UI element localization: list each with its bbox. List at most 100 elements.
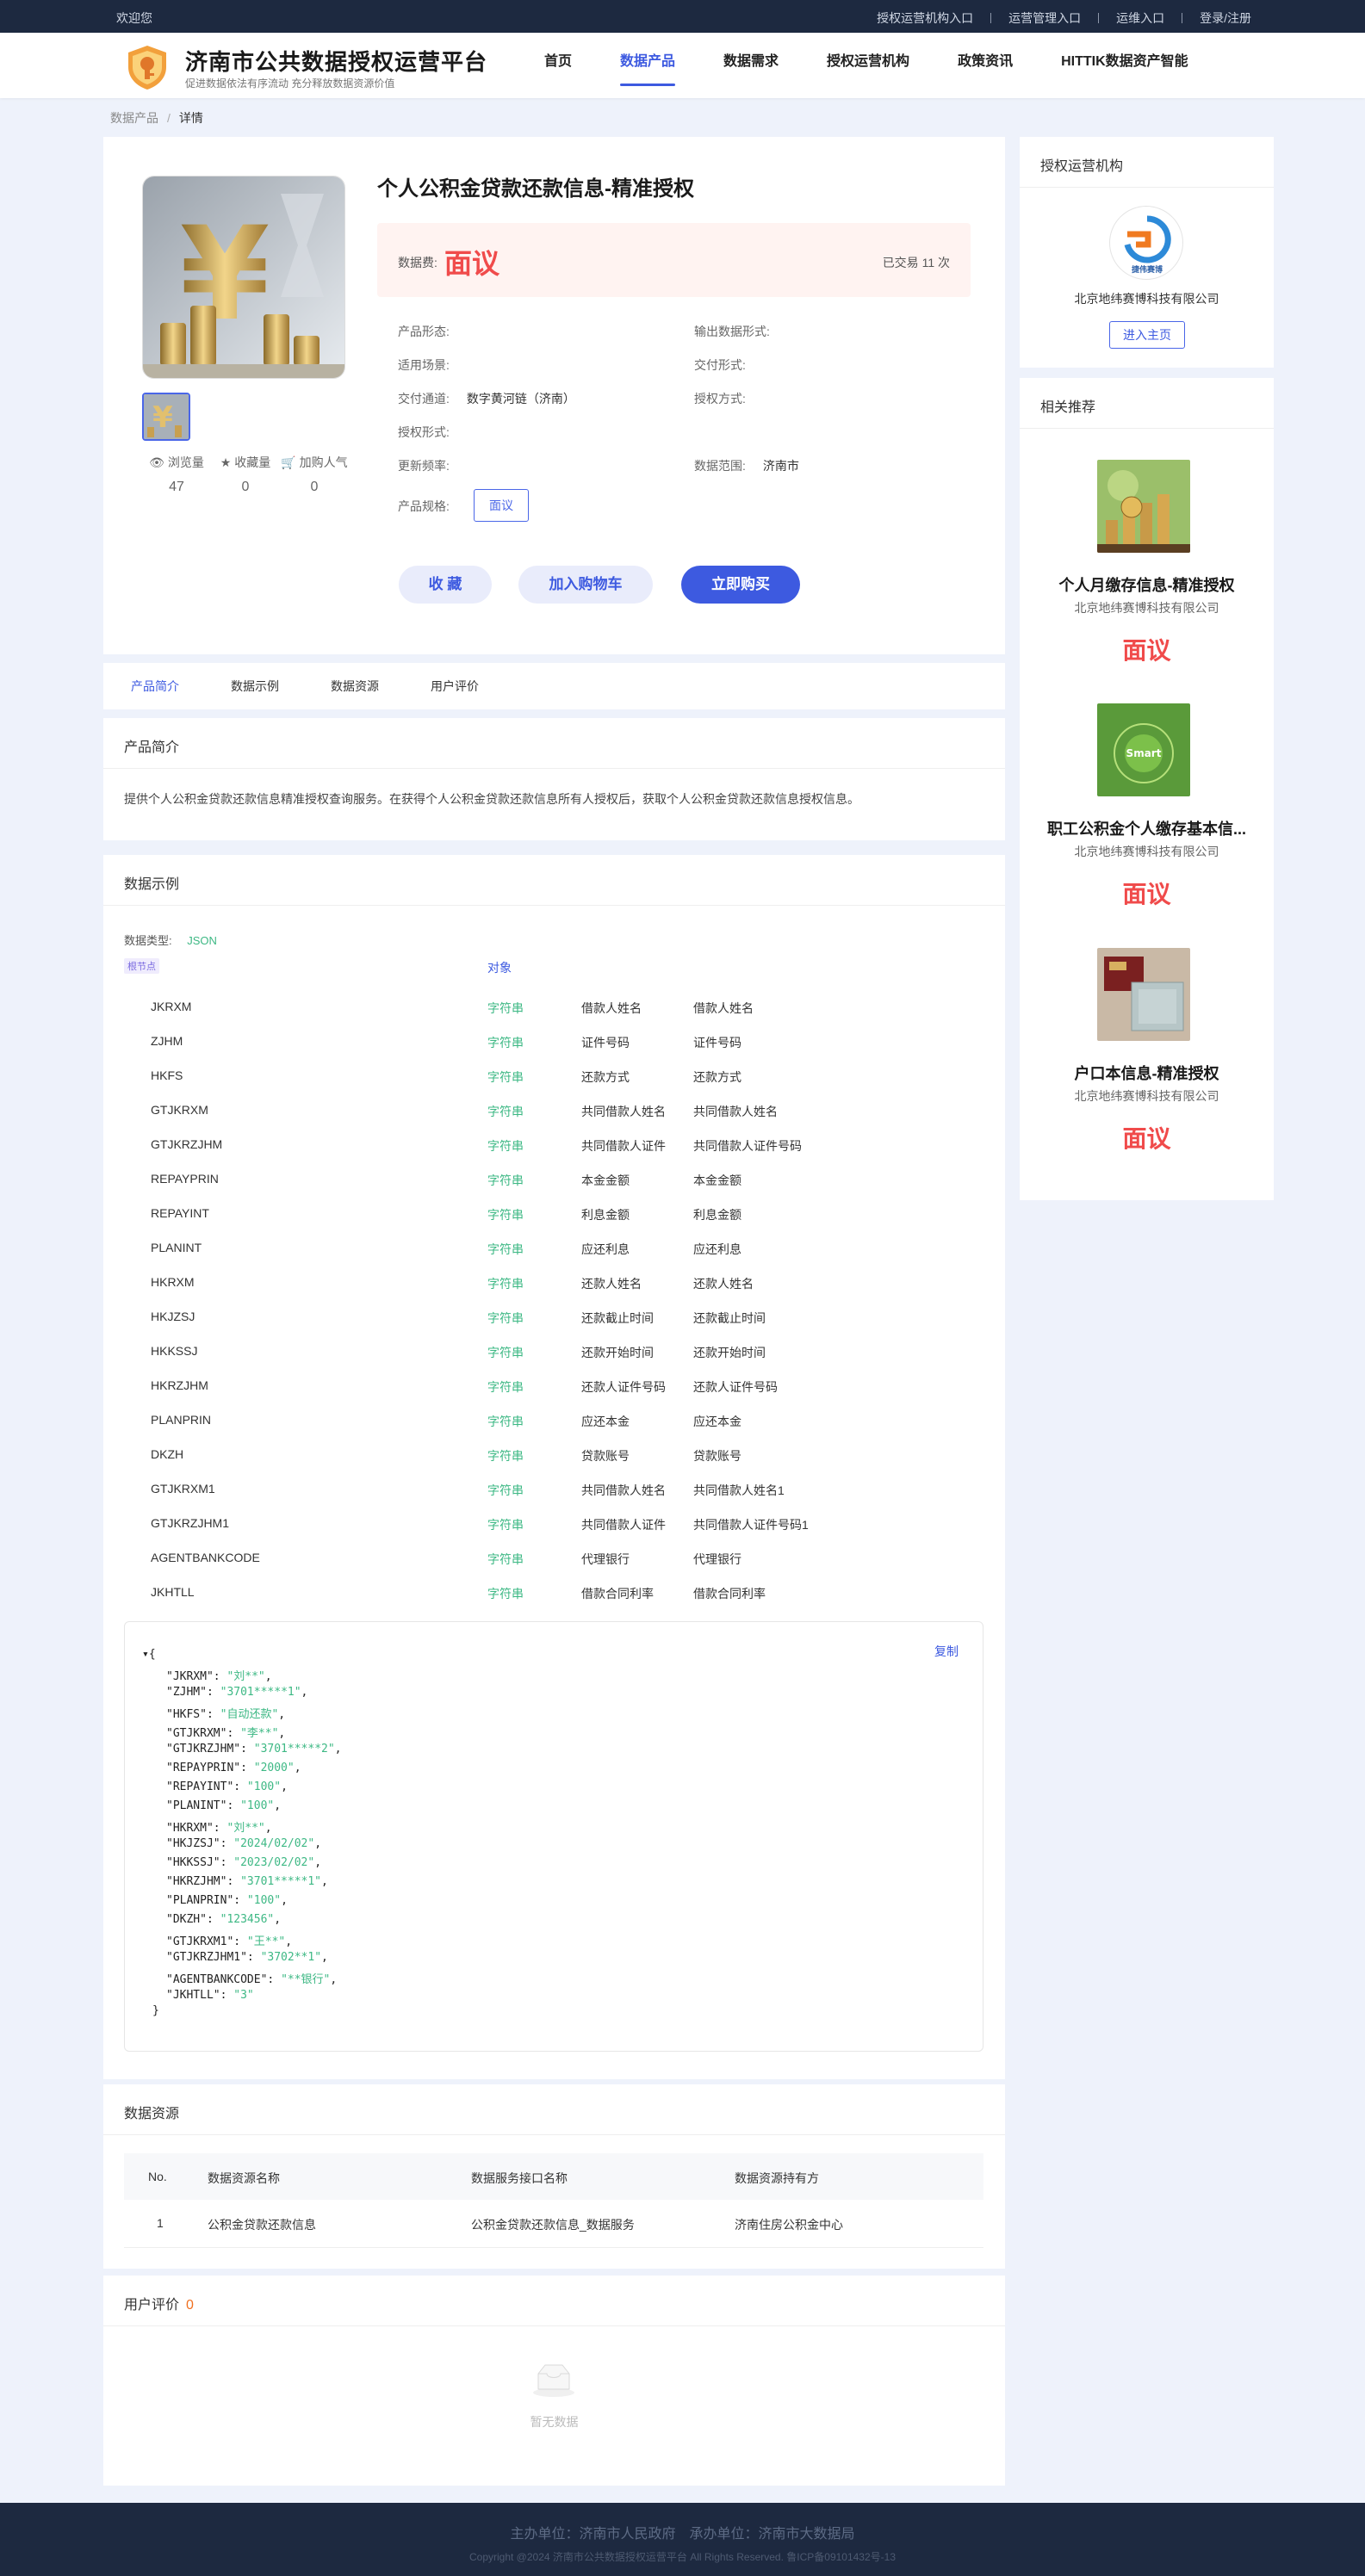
json-line: "DKZH": "123456", xyxy=(166,1913,281,1926)
nav-hittik[interactable]: HITTIK数据资产智能 xyxy=(1061,33,1188,98)
eye-icon: 👁 xyxy=(149,455,164,469)
footer-organizers: 主办单位：济南市人民政府 承办单位：济南市大数据局 xyxy=(510,2527,855,2542)
json-comma: , xyxy=(281,1894,288,1907)
collapse-triangle-icon[interactable]: ▾ xyxy=(142,1648,149,1661)
json-value: "自动还款" xyxy=(220,1708,279,1721)
cell-holder: 济南住房公积金中心 xyxy=(735,2218,843,2232)
field-type: 字符串 xyxy=(487,1105,524,1118)
json-key: "GTJKRXM1": xyxy=(166,1935,247,1948)
field-remark: 借款合同利率 xyxy=(693,1587,766,1601)
field-desc: 借款合同利率 xyxy=(581,1587,654,1601)
breadcrumb-parent[interactable]: 数据产品 xyxy=(110,111,158,125)
nav-home[interactable]: 首页 xyxy=(544,33,572,98)
star-icon: ★ xyxy=(220,455,232,469)
recommend-image[interactable] xyxy=(1097,948,1190,1041)
col-no: No. xyxy=(148,2170,167,2183)
recommend-title[interactable]: 职工公积金个人缴存基本信... xyxy=(1020,817,1274,839)
json-open-line[interactable]: ▾{ xyxy=(142,1648,156,1661)
reviews-heading: 用户评价 xyxy=(124,2298,180,2313)
field-desc: 还款方式 xyxy=(581,1070,630,1084)
json-key: "HKRZJHM": xyxy=(166,1875,241,1888)
json-comma: , xyxy=(281,1780,288,1793)
data-type-value: JSON xyxy=(187,934,217,947)
field-row: AGENTBANKCODE 字符串 代理银行 代理银行 xyxy=(103,1541,1005,1576)
image-text: Smart xyxy=(1126,747,1162,759)
field-desc: 应还本金 xyxy=(581,1415,630,1428)
ops-management-link[interactable]: 运营管理入口 xyxy=(1008,9,1081,27)
field-desc: 共同借款人姓名 xyxy=(581,1483,666,1497)
tab-sample[interactable]: 数据示例 xyxy=(231,678,279,695)
nav-policy-news[interactable]: 政策资讯 xyxy=(958,33,1013,98)
field-name: DKZH xyxy=(151,1447,184,1461)
recommend-image[interactable] xyxy=(1097,460,1190,553)
field-remark: 借款人姓名 xyxy=(693,1001,754,1015)
main-nav: 首页 数据产品 数据需求 授权运营机构 政策资讯 HITTIK数据资产智能 xyxy=(544,33,1237,98)
recommend-image[interactable]: Smart xyxy=(1097,703,1190,796)
empty-box-icon xyxy=(533,2364,574,2397)
nav-data-demand[interactable]: 数据需求 xyxy=(723,33,779,98)
json-value: "刘**" xyxy=(226,1822,265,1835)
add-to-cart-button[interactable]: 加入购物车 xyxy=(518,566,653,604)
root-node-type: 对象 xyxy=(487,961,512,975)
json-value: "100" xyxy=(246,1780,282,1793)
enter-homepage-button[interactable]: 进入主页 xyxy=(1109,321,1185,349)
field-remark: 共同借款人证件号码1 xyxy=(693,1518,809,1532)
tab-reviews[interactable]: 用户评价 xyxy=(431,678,479,695)
buy-now-button[interactable]: 立即购买 xyxy=(681,566,800,604)
recommend-title[interactable]: 个人月缴存信息-精准授权 xyxy=(1020,573,1274,596)
table-header: No. 数据资源名称 数据服务接口名称 数据资源持有方 xyxy=(124,2153,983,2200)
attr-label: 数据范围: xyxy=(694,459,746,473)
json-value: "123456" xyxy=(220,1913,275,1926)
json-line: "JKRXM": "刘**", xyxy=(166,1667,272,1683)
attr-label: 授权方式: xyxy=(694,392,746,406)
json-comma: , xyxy=(334,1743,342,1756)
attr-range: 数据范围: 济南市 xyxy=(694,457,799,474)
col-holder: 数据资源持有方 xyxy=(735,2171,819,2185)
tab-intro[interactable]: 产品简介 xyxy=(131,678,179,695)
login-register-link[interactable]: 登录/注册 xyxy=(1200,9,1251,27)
copy-button[interactable]: 复制 xyxy=(934,1643,959,1660)
divider xyxy=(103,2325,1005,2326)
field-type: 字符串 xyxy=(487,1380,524,1394)
field-name: HKRXM xyxy=(151,1275,195,1289)
divider xyxy=(990,13,992,23)
platform-logo-icon[interactable] xyxy=(123,43,171,91)
json-key: "HKRXM": xyxy=(166,1822,227,1835)
field-row: HKFS 字符串 还款方式 还款方式 xyxy=(103,1059,1005,1093)
field-row: PLANINT 字符串 应还利息 应还利息 xyxy=(103,1231,1005,1266)
operator-logo[interactable]: 捷伟赛博 xyxy=(1109,206,1183,280)
field-remark: 应还本金 xyxy=(693,1415,741,1428)
product-stats: 👁 浏览量 47 ★ 收藏量 0 🛒 加购人气 0 xyxy=(142,454,349,495)
recommend-title[interactable]: 户口本信息-精准授权 xyxy=(1020,1062,1274,1084)
section-heading: 数据资源 xyxy=(124,2107,180,2121)
json-comma: , xyxy=(264,1822,272,1835)
json-example-box: 复制 ▾{ "JKRXM": "刘**", "ZJHM": "3701*****1… xyxy=(124,1621,983,2052)
platform-title: 济南市公共数据授权运营平台 xyxy=(185,49,488,75)
product-hero-card: ¥ ¥ 👁 浏览量 47 ★ 收藏量 0 🛒 加购人气 0 个人公积金贷款还款信… xyxy=(103,137,1005,654)
spec-option-button[interactable]: 面议 xyxy=(474,489,529,522)
field-remark: 本金金额 xyxy=(693,1173,741,1187)
field-remark: 代理银行 xyxy=(693,1552,741,1566)
field-remark: 还款人姓名 xyxy=(693,1277,754,1291)
json-value: "刘**" xyxy=(226,1670,265,1683)
tab-resources[interactable]: 数据资源 xyxy=(331,678,379,695)
stat-value: 47 xyxy=(169,480,184,494)
favorite-button[interactable]: 收 藏 xyxy=(399,566,492,604)
breadcrumb-current: 详情 xyxy=(178,111,203,125)
field-desc: 还款人证件号码 xyxy=(581,1380,666,1394)
nav-operators[interactable]: 授权运营机构 xyxy=(827,33,909,98)
nav-data-products[interactable]: 数据产品 xyxy=(620,33,676,98)
attr-label: 适用场景: xyxy=(398,358,450,372)
product-thumbnail[interactable]: ¥ xyxy=(142,393,190,441)
field-name: GTJKRZJHM1 xyxy=(151,1516,229,1530)
field-type: 字符串 xyxy=(487,1277,524,1291)
field-desc: 本金金额 xyxy=(581,1173,630,1187)
recommend-org: 北京地纬赛博科技有限公司 xyxy=(1074,601,1219,615)
json-comma: , xyxy=(314,1837,322,1850)
col-resource-name: 数据资源名称 xyxy=(208,2171,280,2185)
operator-entry-link[interactable]: 授权运营机构入口 xyxy=(877,9,973,27)
price-box: 数据费: 面议 已交易 11 次 xyxy=(377,223,971,297)
maintenance-link[interactable]: 运维入口 xyxy=(1116,9,1164,27)
resources-table: No. 数据资源名称 数据服务接口名称 数据资源持有方 1 公积金贷款还款信息 … xyxy=(124,2153,983,2248)
field-row: ZJHM 字符串 证件号码 证件号码 xyxy=(103,1025,1005,1059)
